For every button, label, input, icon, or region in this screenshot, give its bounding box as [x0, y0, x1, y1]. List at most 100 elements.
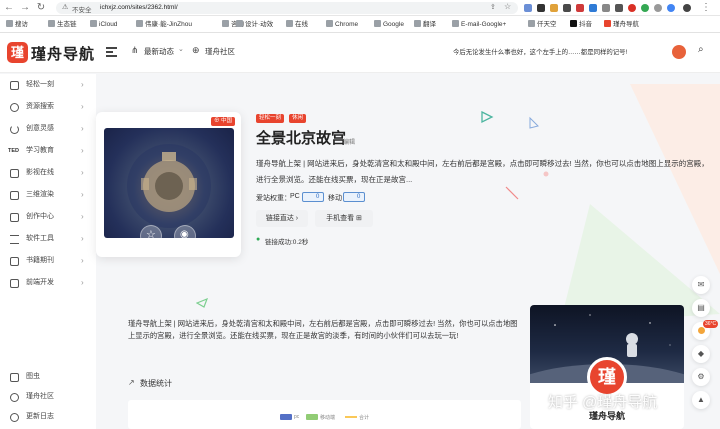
bookmark-item[interactable]: 瑾舟导航	[604, 16, 639, 33]
bookmark-item[interactable]: 搜访	[6, 16, 28, 33]
photo-icon	[10, 373, 19, 382]
bookmark-item[interactable]: 抖音	[570, 16, 592, 33]
sidebar-bottom-item[interactable]: 更新日志	[0, 406, 96, 428]
url-text[interactable]: ichxjz.com/sites/2362.html/	[100, 4, 178, 11]
bookmark-item[interactable]: 在线	[286, 16, 308, 33]
extension-icon[interactable]	[576, 4, 584, 12]
feedback-icon[interactable]: ▤	[692, 299, 710, 317]
legend-swatch	[280, 414, 292, 420]
extension-icon[interactable]	[589, 4, 597, 12]
bookmark-item[interactable]: E-mail-Google+	[452, 16, 506, 33]
back-to-top-icon[interactable]: ▲	[692, 391, 710, 409]
edit-link[interactable]: 编辑	[343, 137, 355, 146]
folder-icon	[286, 20, 293, 27]
sidebar-item[interactable]: TED 学习教育 ›	[0, 140, 96, 162]
chevron-right-icon: ›	[81, 212, 84, 221]
nav-community[interactable]: 瑾舟社区	[205, 46, 235, 57]
chevron-right-icon: ›	[81, 168, 84, 177]
pc-label: PC	[290, 193, 300, 200]
sidebar-bottom-item[interactable]: 瑾舟社区	[0, 386, 96, 408]
sidebar-item[interactable]: 资源搜索 ›	[0, 96, 96, 118]
sidebar-bottom-item[interactable]: 图虫	[0, 366, 96, 388]
browser-toolbar: ← → ↻ ⚠ 不安全 ichxjz.com/sites/2362.html/ …	[0, 0, 720, 16]
sidebar-item[interactable]: 软件工具 ›	[0, 228, 96, 250]
bookmark-item[interactable]: 伟康·能-JinZhou	[136, 16, 192, 33]
tag-category[interactable]: 轻松一刻	[256, 114, 285, 123]
bookmark-item[interactable]: 仟天空	[528, 16, 557, 33]
check-icon: ●	[256, 236, 261, 243]
sidebar-item[interactable]: 书籍期刊 ›	[0, 250, 96, 272]
extension-icon[interactable]	[654, 4, 662, 12]
stats-title: 数据统计	[140, 379, 172, 388]
sidebar-item[interactable]: 影视在线 ›	[0, 162, 96, 184]
sidebar-item[interactable]: 创作中心 ›	[0, 206, 96, 228]
bookmark-item[interactable]: 设计·动效	[236, 16, 273, 33]
ted-icon: TED	[8, 148, 19, 154]
legend-swatch	[306, 414, 318, 420]
folder-icon	[222, 20, 229, 27]
folder-icon	[236, 20, 243, 27]
sidebar: 轻松一刻 › 资源搜索 › 创意灵感 › TED 学习教育 › 影视在线 › 三维渲染 › 创…	[0, 74, 96, 429]
tiktok-icon	[570, 20, 577, 27]
folder-icon	[136, 20, 143, 27]
share-icon[interactable]: ⇪	[490, 3, 496, 11]
site-title: 全景北京故宫	[256, 130, 347, 147]
extension-icon[interactable]	[550, 4, 558, 12]
logo[interactable]: 瑾	[7, 42, 28, 63]
back-icon[interactable]: ←	[3, 2, 15, 14]
chevron-down-icon: ⌄	[178, 46, 184, 53]
site-header: 瑾 瑾舟导航 ⋔ 最新动态 ⌄ ⊕ 瑾舟社区 今后无论发生什么事也好，这个左手上…	[0, 33, 720, 73]
folder-icon	[48, 20, 55, 27]
wechat-icon[interactable]: ✉	[692, 276, 710, 294]
star-icon: ☆	[146, 229, 156, 241]
nav-latest[interactable]: 最新动态	[144, 46, 174, 57]
extension-icon[interactable]	[615, 4, 623, 12]
region-badge: ⊕ 中国	[211, 117, 236, 126]
telegram-icon	[10, 393, 19, 402]
extension-icon[interactable]	[524, 4, 532, 12]
extension-icon[interactable]	[667, 4, 675, 12]
bookmark-item[interactable]: 生态链	[48, 16, 77, 33]
chevron-right-icon: ›	[81, 124, 84, 133]
chevron-right-icon: ›	[81, 278, 84, 287]
bookmark-item[interactable]: iCloud	[90, 16, 117, 33]
legend-label: pc	[294, 414, 300, 420]
tag-icon[interactable]: ◆	[692, 345, 710, 363]
more-icon[interactable]: ⋮	[700, 2, 712, 14]
extension-icon[interactable]	[563, 4, 571, 12]
sidebar-item[interactable]: 前端开发 ›	[0, 272, 96, 294]
eye-icon: ◉	[180, 229, 189, 240]
reload-icon[interactable]: ↻	[35, 2, 47, 14]
profile-avatar[interactable]	[683, 4, 691, 12]
book-icon	[10, 257, 19, 266]
user-avatar[interactable]	[672, 45, 686, 59]
address-bar[interactable]: ⚠ 不安全 ichxjz.com/sites/2362.html/ ⇪ ☆	[56, 2, 518, 14]
site-thumbnail-image[interactable]	[104, 128, 234, 238]
sidebar-item[interactable]: 三维渲染 ›	[0, 184, 96, 206]
temperature-badge: 36°C	[703, 320, 719, 328]
menu-toggle-icon[interactable]	[106, 47, 117, 57]
chevron-right-icon: ›	[81, 256, 84, 265]
mobile-view-button[interactable]: 手机查看 ⊞	[315, 210, 373, 227]
extension-icon[interactable]	[602, 4, 610, 12]
settings-icon[interactable]: ⚙	[692, 368, 710, 386]
triangle-decor	[196, 298, 208, 308]
bookmark-item[interactable]: Google	[374, 16, 404, 33]
extension-icon[interactable]	[537, 4, 545, 12]
chevron-right-icon: ›	[81, 234, 84, 243]
star-icon[interactable]: ☆	[504, 2, 511, 11]
forward-icon[interactable]: →	[19, 2, 31, 14]
tag-category[interactable]: 休闲	[289, 114, 307, 123]
search-icon[interactable]: ⌕	[698, 44, 704, 55]
site-favicon	[604, 20, 611, 27]
bookmarks-bar: 搜访 生态链 iCloud 伟康·能-JinZhou 咨询 设计·动效 在线 C…	[0, 16, 720, 33]
bookmark-item[interactable]: 翻译	[414, 16, 436, 33]
extension-icon[interactable]	[628, 4, 636, 12]
sidebar-item[interactable]: 轻松一刻 ›	[0, 74, 96, 96]
site-description: 瑾舟导航上架 | 网站进来后，身处乾清宫和太和殿中间，左右前后都是宫殿，点击即可…	[256, 159, 709, 184]
extension-icon[interactable]	[641, 4, 649, 12]
sidebar-item[interactable]: 创意灵感 ›	[0, 118, 96, 140]
bookmark-item[interactable]: Chrome	[326, 16, 358, 33]
visit-button[interactable]: 链接直达 ›	[256, 210, 308, 227]
logo-text[interactable]: 瑾舟导航	[31, 43, 95, 64]
